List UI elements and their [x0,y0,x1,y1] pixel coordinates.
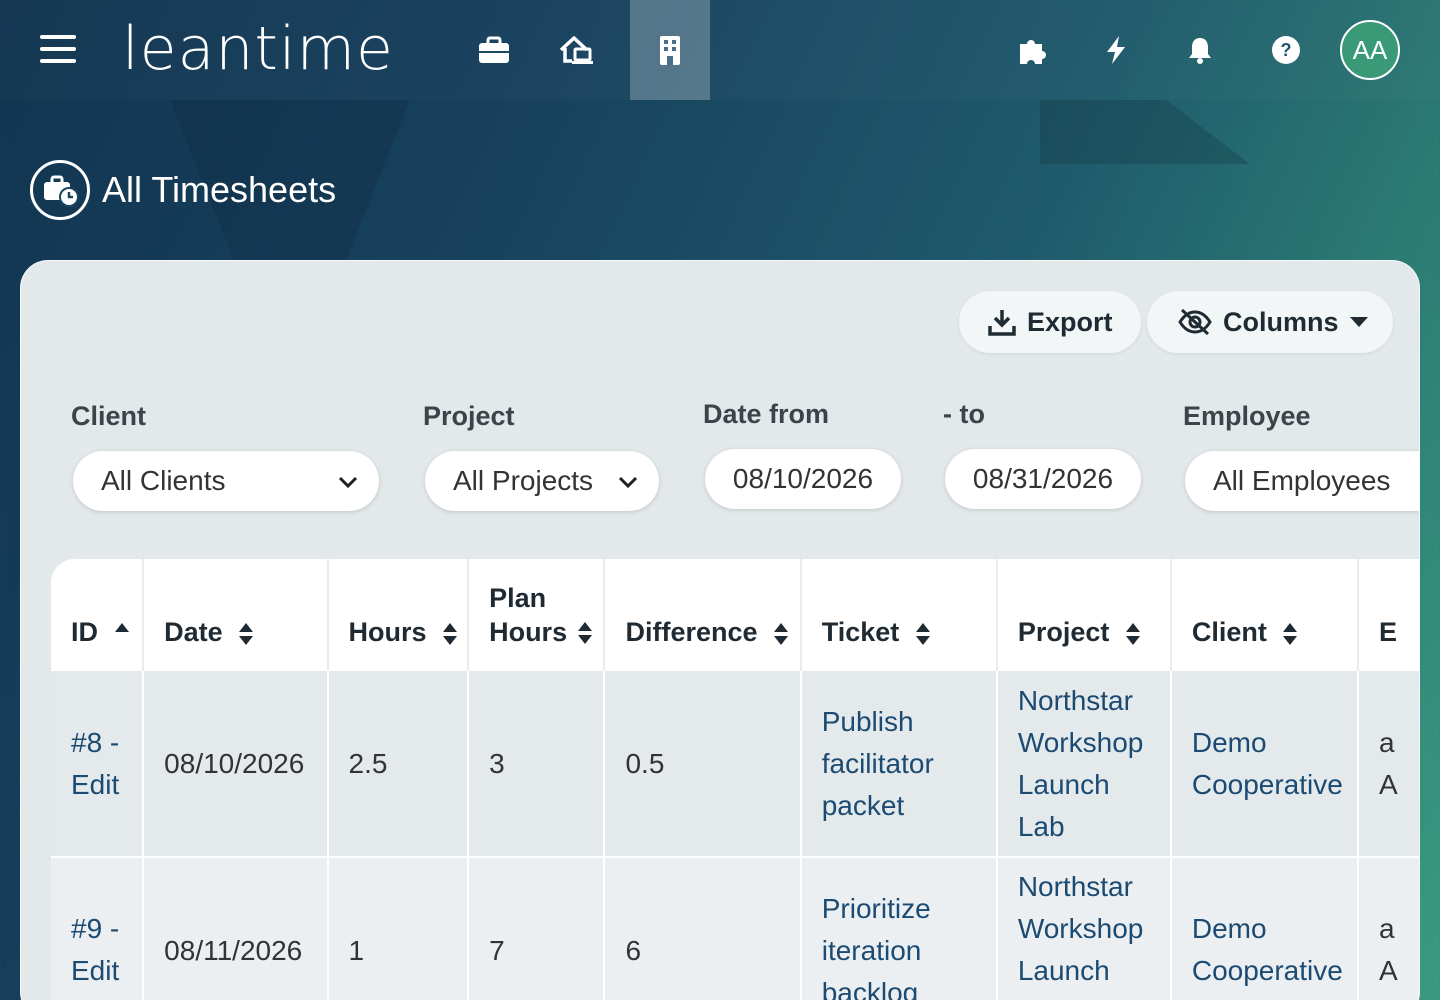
row-ticket-cell: Publish facilitator packet [800,671,998,858]
row-date-cell: 08/10/2026 [143,671,329,858]
row-id-cell: #8 - Edit [51,671,145,858]
column-header-plan-hours[interactable]: Plan Hours [468,559,606,671]
timesheets-card: Export Columns Client All Clients Projec… [20,260,1420,1000]
caret-down-icon [1349,317,1368,327]
project-select[interactable]: All Projects [425,451,659,511]
timesheets-table-container: ID Date Hours Plan Hours Difference Tick… [51,559,1419,1000]
home-devices-icon[interactable] [536,0,616,100]
puzzle-icon[interactable] [1012,30,1052,70]
table-row: #9 - Edit 08/11/2026 1 7 6 Prioritize it… [51,857,1419,1000]
client-select[interactable]: All Clients [73,451,379,511]
client-select-value: All Clients [101,465,226,496]
project-filter-label: Project [423,401,515,431]
project-select-value: All Projects [453,465,594,496]
column-header-date[interactable]: Date [143,559,329,671]
columns-button-label: Columns [1223,306,1339,337]
timesheet-briefcase-clock-icon [30,160,90,220]
row-plan-hours-cell: 3 [468,671,606,858]
bell-icon[interactable] [1180,30,1220,70]
row-project-cell: Northstar Workshop Launch Lab [996,671,1172,858]
svg-text:?: ? [1281,40,1292,60]
column-header-ticket[interactable]: Ticket [800,559,998,671]
row-ticket-cell: Prioritize iteration backlog [800,857,998,1000]
client-link[interactable]: Demo Cooperative [1192,722,1352,806]
chevron-down-icon [338,476,358,489]
sort-icon [239,622,254,645]
row-client-cell: Demo Cooperative [1170,671,1360,858]
page-header: All Timesheets [30,160,336,220]
avatar[interactable]: AA [1340,20,1400,80]
ticket-link[interactable]: Prioritize iteration backlog [822,888,972,1000]
table-row: #8 - Edit 08/10/2026 2.5 3 0.5 Publish f… [51,671,1419,858]
sort-icon [1125,622,1140,645]
chevron-down-icon [1418,479,1419,480]
ticket-link[interactable]: Publish facilitator packet [822,701,972,827]
date-to-input[interactable]: 08/31/2026 [945,449,1141,509]
employee-select[interactable]: All Employees [1185,451,1419,511]
row-project-cell: Northstar Workshop Launch [996,857,1172,1000]
project-link[interactable]: Northstar Workshop Launch Lab [1018,680,1158,848]
date-to-label: - to [943,399,985,429]
edit-entry-link[interactable]: #9 - Edit [71,908,131,992]
background-shape [1040,100,1250,164]
employee-filter-label: Employee [1183,401,1311,431]
column-header-client[interactable]: Client [1170,559,1360,671]
sort-icon [443,622,458,645]
row-employee-cell: a A [1358,671,1419,858]
row-id-cell: #9 - Edit [51,857,145,1000]
bolt-icon[interactable] [1096,30,1136,70]
column-header-project[interactable]: Project [996,559,1172,671]
row-hours-cell: 2.5 [327,671,470,858]
help-icon[interactable]: ? [1266,30,1306,70]
column-header-hours[interactable]: Hours [327,559,470,671]
row-date-cell: 08/11/2026 [143,857,329,1000]
project-link[interactable]: Northstar Workshop Launch [1018,866,1158,992]
client-filter-label: Client [71,401,147,431]
top-navigation-bar: leantime ? AA [0,0,1440,100]
row-client-cell: Demo Cooperative [1170,857,1360,1000]
timesheets-table: ID Date Hours Plan Hours Difference Tick… [51,559,1419,1000]
row-plan-hours-cell: 7 [468,857,606,1000]
column-header-id[interactable]: ID [51,559,145,671]
employee-select-value: All Employees [1213,465,1391,496]
sort-icon [577,622,592,644]
row-hours-cell: 1 [327,857,470,1000]
eye-slash-icon [1178,308,1212,336]
sort-asc-icon [114,623,129,632]
columns-dropdown-button[interactable]: Columns [1147,291,1393,353]
table-header-row: ID Date Hours Plan Hours Difference Tick… [51,559,1419,671]
app-logo[interactable]: leantime [122,14,394,84]
sort-icon [915,622,930,645]
sort-icon [1283,622,1298,645]
building-icon[interactable] [630,0,710,100]
briefcase-icon[interactable] [454,0,534,100]
edit-entry-link[interactable]: #8 - Edit [71,722,131,806]
download-icon [988,310,1016,336]
date-from-input[interactable]: 08/10/2026 [705,449,901,509]
date-from-label: Date from [703,399,830,429]
export-button[interactable]: Export [959,291,1141,353]
row-difference-cell: 6 [604,857,802,1000]
client-link[interactable]: Demo Cooperative [1192,908,1352,992]
row-employee-cell: a A [1358,857,1419,1000]
page-title: All Timesheets [102,169,337,210]
column-header-employee[interactable]: E [1358,559,1419,671]
export-button-label: Export [1027,306,1113,337]
row-difference-cell: 0.5 [604,671,802,858]
menu-icon[interactable] [40,35,76,65]
column-header-difference[interactable]: Difference [604,559,802,671]
chevron-down-icon [618,476,638,489]
sort-icon [774,622,789,645]
